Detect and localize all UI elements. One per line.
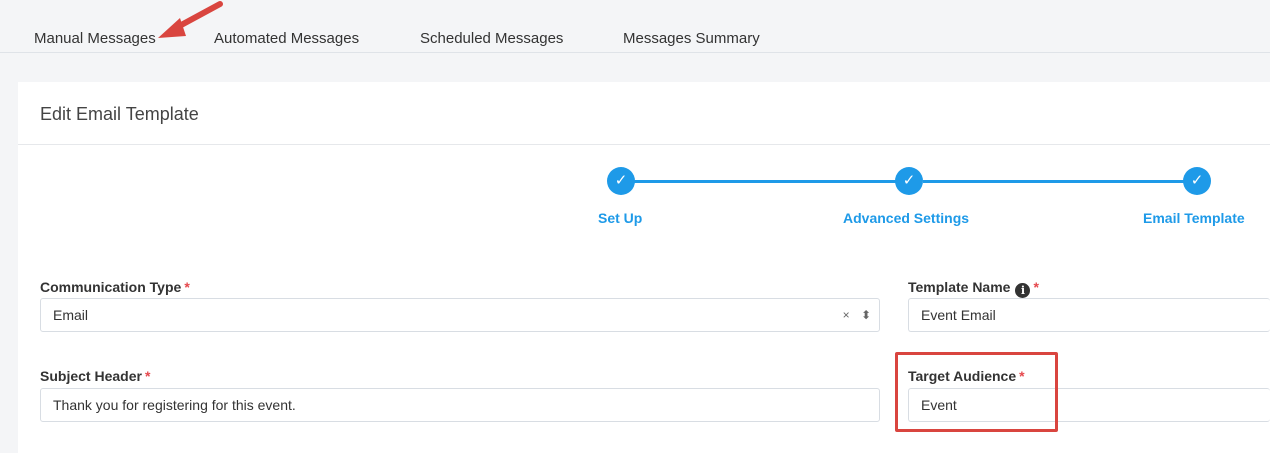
- communication-type-label: Communication Type *: [40, 279, 190, 295]
- info-icon[interactable]: i: [1015, 283, 1031, 298]
- annotation-highlight-box: [895, 352, 1058, 432]
- template-name-label: Template Name i *: [908, 279, 1039, 298]
- communication-type-select[interactable]: Email × ⬍: [40, 298, 880, 332]
- subject-header-input[interactable]: Thank you for registering for this event…: [40, 388, 880, 422]
- required-marker: *: [144, 368, 151, 384]
- communication-type-value: Email: [53, 307, 89, 323]
- tab-messages-summary[interactable]: Messages Summary: [623, 30, 760, 47]
- tab-scheduled-messages[interactable]: Scheduled Messages: [420, 30, 563, 47]
- step-advanced-settings-check-icon[interactable]: ✓: [895, 167, 923, 195]
- stepper-connector: [923, 180, 1193, 183]
- step-setup-check-icon[interactable]: ✓: [607, 167, 635, 195]
- template-name-input[interactable]: Event Email: [908, 298, 1270, 332]
- step-email-template-check-icon[interactable]: ✓: [1183, 167, 1211, 195]
- annotation-arrow-icon: [158, 1, 223, 38]
- subject-header-label: Subject Header *: [40, 368, 150, 384]
- step-email-template-label[interactable]: Email Template: [1143, 210, 1245, 226]
- tab-manual-messages[interactable]: Manual Messages: [34, 30, 156, 47]
- communication-type-label-text: Communication Type: [40, 279, 182, 295]
- sort-toggle-icon[interactable]: ⬍: [861, 308, 871, 322]
- select-controls: × ⬍: [843, 299, 871, 331]
- title-divider: [18, 144, 1270, 145]
- stepper-connector: [633, 180, 915, 183]
- page-title: Edit Email Template: [40, 104, 199, 124]
- clear-icon[interactable]: ×: [843, 308, 850, 322]
- step-advanced-settings-label[interactable]: Advanced Settings: [843, 210, 969, 226]
- subject-header-label-text: Subject Header: [40, 368, 142, 384]
- required-marker: *: [184, 279, 190, 295]
- required-marker: *: [1033, 279, 1039, 295]
- template-name-label-text: Template Name: [908, 279, 1011, 295]
- step-setup-label[interactable]: Set Up: [598, 210, 642, 226]
- edit-template-card: Edit Email Template ✓ ✓ ✓ Set Up Advance…: [18, 82, 1270, 453]
